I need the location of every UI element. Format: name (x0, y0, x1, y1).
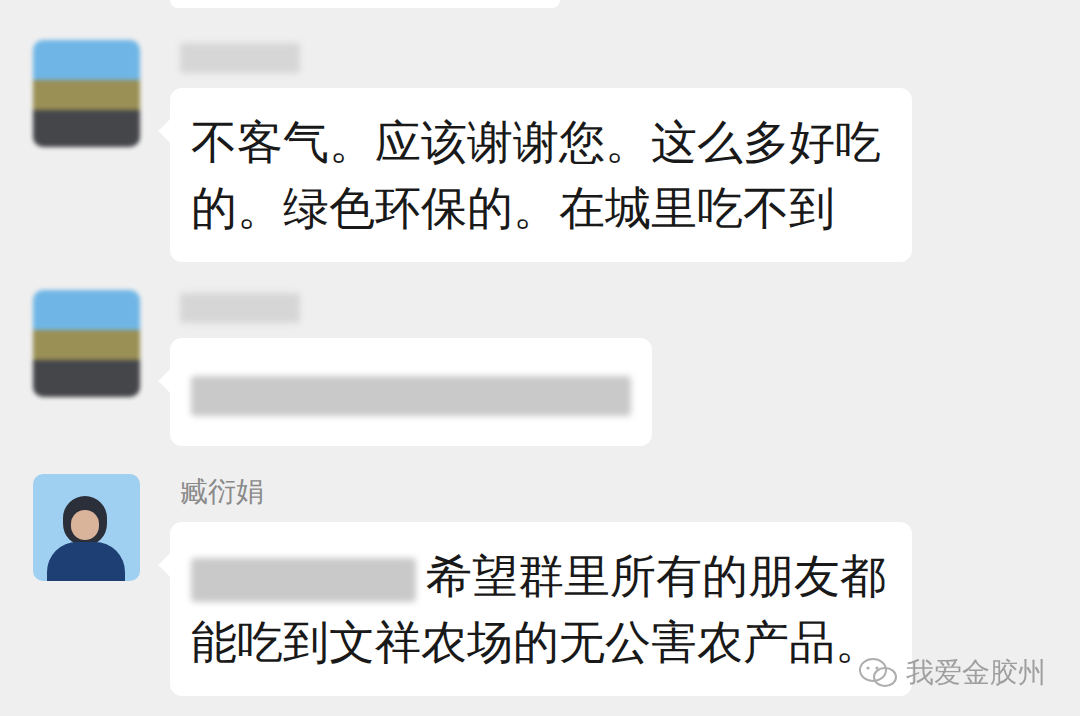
avatar[interactable] (33, 474, 140, 581)
sender-name (170, 40, 300, 76)
message-bubble[interactable] (170, 338, 652, 446)
message-text: 不客气。应该谢谢您。这么多好吃的。绿色环保的。在城里吃不到 (191, 109, 891, 241)
chat-message (0, 290, 1080, 446)
sender-name (170, 290, 300, 326)
message-bubble[interactable]: 希望群里所有的朋友都能吃到文祥农场的无公害农产品。 (170, 522, 912, 696)
message-bubble[interactable]: 不客气。应该谢谢您。这么多好吃的。绿色环保的。在城里吃不到 (170, 88, 912, 262)
message-text (191, 359, 631, 425)
wechat-icon (858, 656, 898, 690)
message-bubble-cut (170, 0, 560, 8)
chat-message: 不客气。应该谢谢您。这么多好吃的。绿色环保的。在城里吃不到 (0, 40, 1080, 262)
blurred-text (191, 558, 416, 602)
message-list: 不客气。应该谢谢您。这么多好吃的。绿色环保的。在城里吃不到臧衍娟希望群里所有的朋… (0, 40, 1080, 696)
avatar[interactable] (33, 40, 140, 147)
sender-name: 臧衍娟 (170, 474, 264, 510)
blurred-text (191, 376, 631, 416)
chat-screen: 不客气。应该谢谢您。这么多好吃的。绿色环保的。在城里吃不到臧衍娟希望群里所有的朋… (0, 0, 1080, 716)
watermark: 我爱金胶州 (858, 656, 1046, 690)
message-text: 希望群里所有的朋友都能吃到文祥农场的无公害农产品。 (191, 543, 891, 675)
avatar[interactable] (33, 290, 140, 397)
